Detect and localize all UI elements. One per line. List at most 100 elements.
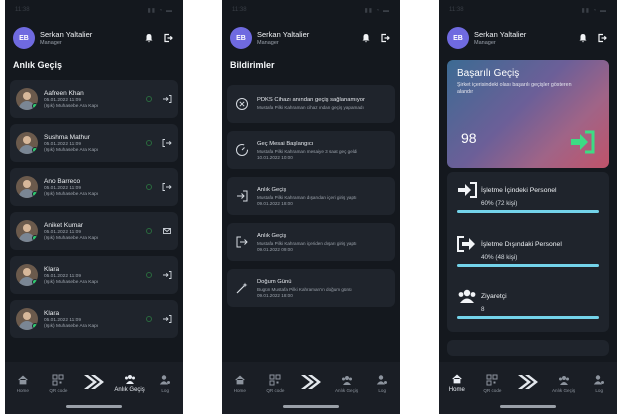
- home-indicator: [283, 405, 339, 408]
- logout-icon: [236, 236, 248, 248]
- next-card: [447, 340, 609, 356]
- exit-icon[interactable]: [162, 138, 172, 148]
- avatar[interactable]: EB: [13, 27, 35, 49]
- app-header: EB Serkan Yaltalier Manager: [5, 25, 183, 51]
- nav-qr-label: QR code: [49, 387, 68, 393]
- qr-code-icon: [486, 374, 498, 385]
- stat-inside[interactable]: İşletme İçindeki Personel 60% (72 kişi): [457, 182, 599, 213]
- app-header: EB Serkan Yaltalier Manager: [439, 25, 617, 51]
- chevron-right-icon: [300, 375, 321, 389]
- enter-icon[interactable]: [162, 314, 172, 324]
- nav-live-pass-label: Anlık Geçiş: [114, 387, 145, 393]
- person-name: Klara: [44, 309, 60, 317]
- stats-panel: İşletme İçindeki Personel 60% (72 kişi) …: [447, 172, 609, 332]
- enter-icon[interactable]: [162, 270, 172, 280]
- avatar[interactable]: EB: [230, 27, 252, 49]
- nav-qr[interactable]: QR code: [41, 374, 75, 393]
- notification-card[interactable]: Anlık Geçiş Mustafa Pilki Kahraman içerid…: [227, 223, 395, 261]
- nav-center[interactable]: [77, 373, 111, 393]
- nav-home[interactable]: Home: [223, 374, 257, 393]
- user-info: Serkan Yaltalier Manager: [40, 30, 137, 46]
- nav-qr[interactable]: QR code: [475, 374, 509, 393]
- person-card[interactable]: Klara 05.01.2022 11:09 (Işık) Muhasebe Ara…: [10, 256, 178, 294]
- notification-message: Mustafa Pilki Kahraman dışarıdan içeri g…: [257, 194, 357, 200]
- nav-home[interactable]: Home: [6, 374, 40, 393]
- stat-visitors[interactable]: Ziyaretçi 8: [457, 288, 599, 319]
- notification-title: Geç Mesai Başlangıcı: [257, 140, 314, 147]
- nav-log[interactable]: Log: [365, 374, 399, 393]
- enter-icon[interactable]: [162, 94, 172, 104]
- nav-live-pass[interactable]: Anlık Geçiş: [113, 373, 147, 393]
- nav-live-pass[interactable]: Anlık Geçiş: [330, 374, 364, 393]
- success-pass-card[interactable]: Başarılı Geçiş Şirket içerisindeki olası…: [447, 60, 609, 168]
- notification-card[interactable]: PDKS Cihazı anından geçiş sağlanamıyor Mu…: [227, 85, 395, 123]
- person-card[interactable]: Aafreen Khan 05.01.2022 11:09 (Işık) Muhas…: [10, 80, 178, 118]
- person-card[interactable]: Ano Barreco 05.01.2022 11:09 (Işık) Muhase…: [10, 168, 178, 206]
- notification-card[interactable]: Geç Mesai Başlangıcı Mustafa Pilki Kahram…: [227, 131, 395, 169]
- logout-icon[interactable]: [595, 31, 609, 45]
- person-place: (Işık) Muhasebe Ara Kapı: [44, 147, 99, 153]
- bell-icon[interactable]: [576, 31, 590, 45]
- gauge-icon: [236, 144, 248, 156]
- person-name: Klara: [44, 265, 60, 273]
- person-name: Sushma Mathur: [44, 133, 90, 141]
- online-indicator: [32, 191, 38, 197]
- nav-log[interactable]: Log: [582, 374, 616, 393]
- bottom-nav: Home QR code Anlık Geçiş Log: [5, 362, 183, 414]
- person-time: 05.01.2022 11:09: [44, 141, 81, 147]
- status-indicator: [146, 272, 152, 278]
- nav-center[interactable]: [294, 373, 328, 393]
- user-name: Serkan Yaltalier: [474, 30, 527, 39]
- person-card[interactable]: Klara 05.01.2022 11:09 (Işık) Muhasebe Ara…: [10, 300, 178, 338]
- logout-icon[interactable]: [161, 31, 175, 45]
- nav-qr[interactable]: QR code: [258, 374, 292, 393]
- person-card[interactable]: Aniket Kumar 05.01.2022 11:09 (Işık) Muhas…: [10, 212, 178, 250]
- mail-icon[interactable]: [162, 226, 172, 236]
- avatar[interactable]: EB: [447, 27, 469, 49]
- nav-home-label: Home: [16, 387, 29, 393]
- stat-outside[interactable]: İşletme Dışındaki Personel 40% (48 kişi): [457, 236, 599, 267]
- stat-label: Ziyaretçi: [481, 292, 507, 300]
- nav-live-pass[interactable]: Anlık Geçiş: [547, 374, 581, 393]
- nav-home[interactable]: Home: [440, 373, 474, 393]
- exit-arrow-icon: [457, 236, 475, 252]
- bottom-nav: Home QR code Anlık Geçiş Log: [439, 362, 617, 414]
- home-indicator: [66, 405, 122, 408]
- notification-message: Mustafa Pilki Kahraman mesaiye 3 saat ge…: [257, 148, 358, 154]
- notification-card[interactable]: Doğum Günü Bugün Mustafa Pilki Kahraman'ı…: [227, 269, 395, 307]
- nav-center[interactable]: [511, 373, 545, 393]
- person-avatar: [16, 220, 38, 242]
- status-indicator: [146, 228, 152, 234]
- person-avatar: [16, 264, 38, 286]
- online-indicator: [32, 235, 38, 241]
- home-icon: [452, 374, 462, 384]
- logout-icon[interactable]: [378, 31, 392, 45]
- person-place: (Işık) Muhasebe Ara Kapı: [44, 279, 99, 285]
- user-role: Manager: [474, 40, 496, 46]
- online-indicator: [32, 147, 38, 153]
- progress-bar: [457, 264, 599, 267]
- nav-log[interactable]: Log: [148, 374, 182, 393]
- status-indicator: [146, 96, 152, 102]
- notification-card[interactable]: Anlık Geçiş Mustafa Pilki Kahraman dışarı…: [227, 177, 395, 215]
- exit-icon[interactable]: [162, 182, 172, 192]
- hero-value: 98: [461, 130, 477, 146]
- stat-label: İşletme İçindeki Personel: [481, 186, 557, 194]
- person-list: Aafreen Khan 05.01.2022 11:09 (Işık) Muhas…: [10, 80, 178, 344]
- qr-code-icon: [269, 374, 281, 385]
- close-circle-icon: [236, 98, 248, 110]
- notification-date: 09.01.2022 09:00: [257, 246, 293, 252]
- screen-dashboard: 11:38 ▮▮ ◔ ▬ EB Serkan Yaltalier Manager…: [439, 0, 617, 414]
- person-name: Ano Barreco: [44, 177, 81, 185]
- person-time: 05.01.2022 11:09: [44, 229, 81, 235]
- person-card[interactable]: Sushma Mathur 05.01.2022 11:09 (Işık) Muha…: [10, 124, 178, 162]
- person-avatar: [16, 176, 38, 198]
- person-place: (Işık) Muhasebe Ara Kapı: [44, 323, 99, 329]
- user-settings-icon: [376, 374, 388, 384]
- person-avatar: [16, 308, 38, 330]
- bell-icon[interactable]: [142, 31, 156, 45]
- user-role: Manager: [40, 40, 62, 46]
- bell-icon[interactable]: [359, 31, 373, 45]
- progress-bar-fill: [457, 264, 599, 267]
- user-settings-icon: [159, 374, 171, 384]
